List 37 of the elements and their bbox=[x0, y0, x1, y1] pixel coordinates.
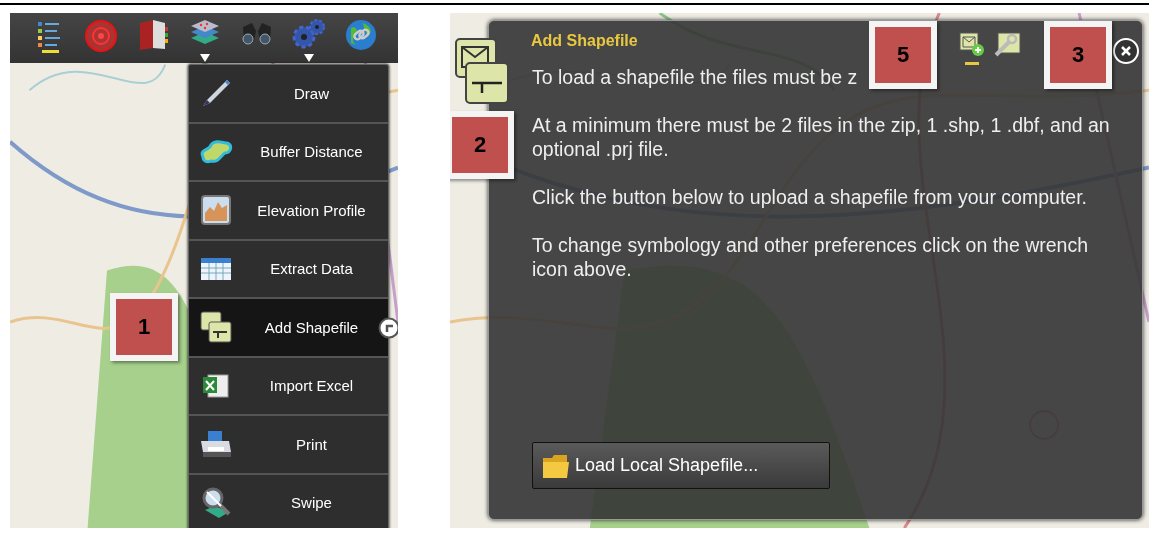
instruction-text: Click the button below to upload a shapefile from your computer. bbox=[532, 185, 1088, 209]
shapefile-add-icon bbox=[958, 31, 986, 57]
callout-number: 2 bbox=[452, 117, 508, 173]
legend-list-icon[interactable] bbox=[36, 19, 62, 53]
wrench-icon bbox=[994, 31, 1022, 57]
globe-link-icon[interactable] bbox=[345, 19, 377, 51]
tool-button[interactable] bbox=[957, 31, 987, 63]
elevation-chart-icon bbox=[201, 195, 231, 226]
callout-number: 5 bbox=[875, 27, 931, 83]
menu-item[interactable]: Draw bbox=[189, 65, 388, 122]
menu-item[interactable]: Import Excel bbox=[189, 357, 388, 414]
table-icon bbox=[201, 257, 231, 280]
gears-icon[interactable] bbox=[292, 19, 326, 49]
menu-item[interactable]: Buffer Distance bbox=[189, 123, 388, 180]
blob-icon bbox=[199, 138, 233, 165]
menu-item[interactable]: Elevation Profile bbox=[189, 182, 388, 239]
menu-item[interactable]: Swipe bbox=[189, 474, 388, 528]
dropdown-arrow-icon[interactable] bbox=[304, 54, 314, 62]
spreadsheet-icon bbox=[202, 372, 230, 399]
shapefile-icon bbox=[199, 310, 233, 345]
instruction-text: To change symbology and other preferences click on the wrench icon above. bbox=[532, 233, 1090, 281]
load-shapefile-button[interactable]: Load Local Shapefile... bbox=[532, 442, 830, 489]
menu-item[interactable]: Print bbox=[189, 416, 388, 473]
widget-title: Add Shapefile bbox=[531, 32, 638, 50]
close-icon[interactable] bbox=[1113, 38, 1139, 64]
instruction-text: To load a shapefile the files must be z bbox=[532, 65, 859, 89]
callout-number: 3 bbox=[1050, 27, 1106, 83]
printer-icon bbox=[199, 430, 233, 459]
book-icon[interactable] bbox=[137, 19, 169, 51]
target-icon[interactable] bbox=[84, 19, 118, 53]
callout-number: 1 bbox=[116, 299, 172, 355]
menu-item[interactable]: Extract Data bbox=[189, 240, 388, 297]
menu-item[interactable]: Add Shapefile bbox=[189, 299, 388, 356]
instruction-text: At a minimum there must be 2 files in the zip, 1 .shp, 1 .dbf, and an optional .prj file. bbox=[532, 113, 1111, 161]
layers-icon[interactable] bbox=[189, 19, 221, 47]
circle-handle-icon[interactable] bbox=[378, 317, 398, 339]
dropdown-arrow-icon[interactable] bbox=[200, 54, 210, 62]
